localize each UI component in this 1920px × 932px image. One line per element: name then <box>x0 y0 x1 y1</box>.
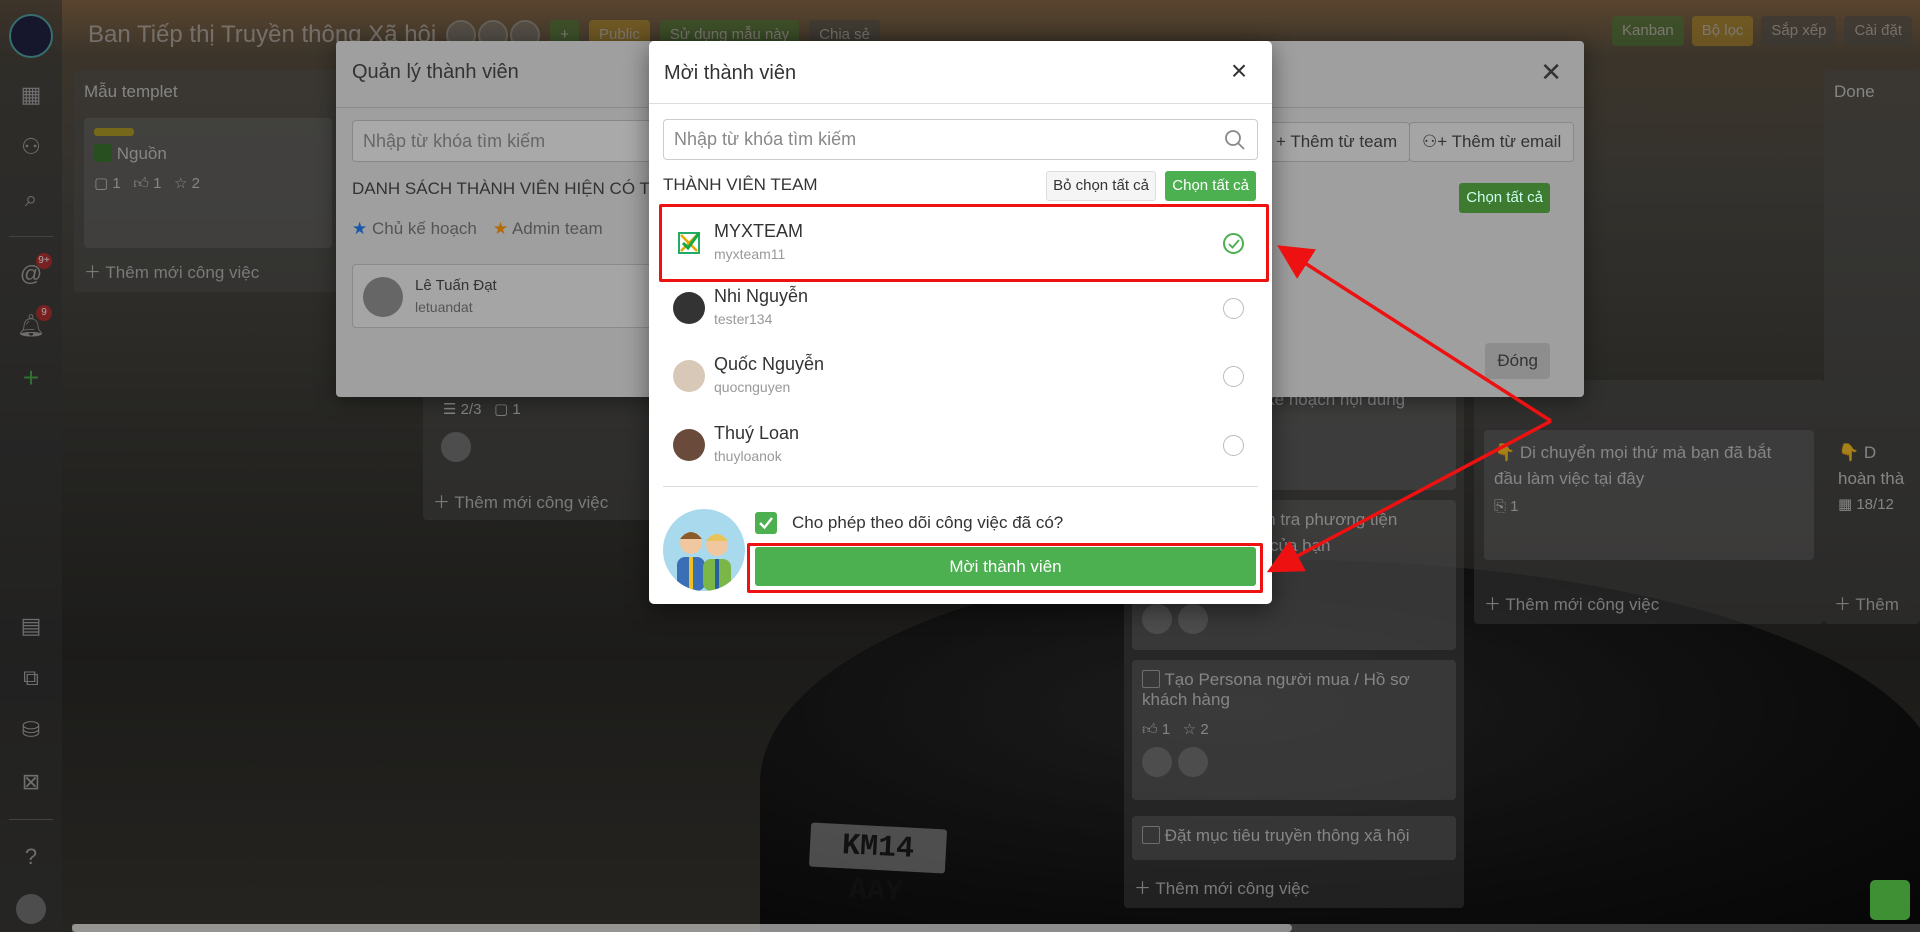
radio-icon[interactable] <box>1223 298 1244 319</box>
member-name: Quốc Nguyễn <box>714 354 825 374</box>
avatar <box>673 227 705 259</box>
avatar <box>673 429 705 461</box>
follow-label: Cho phép theo dõi công việc đã có? <box>792 513 1064 532</box>
member-row[interactable]: MYXTEAM myxteam11 <box>663 209 1258 275</box>
apps-grid-icon[interactable] <box>1870 880 1910 920</box>
radio-icon[interactable] <box>1223 366 1244 387</box>
search-box <box>663 119 1258 160</box>
member-name: MYXTEAM <box>714 221 804 241</box>
avatar <box>363 277 403 317</box>
member-name: Nhi Nguyễn <box>714 286 809 306</box>
deselect-all-button[interactable]: Bỏ chọn tất cả <box>1046 171 1156 201</box>
radio-icon[interactable] <box>1223 435 1244 456</box>
role-legend: ★ Chủ kế hoạch ★ Admin team <box>352 219 603 239</box>
add-from-team-button[interactable]: + Thêm từ team <box>1263 122 1411 162</box>
member-username: tester134 <box>714 311 773 327</box>
avatar <box>673 360 705 392</box>
member-row[interactable]: Thuý Loan thuyloanok <box>663 411 1258 477</box>
horizontal-scrollbar[interactable] <box>72 924 1920 932</box>
member-username: quocnguyen <box>714 379 791 395</box>
invite-button[interactable]: Mời thành viên <box>755 547 1256 586</box>
add-from-team-label: Thêm từ team <box>1290 132 1398 151</box>
invite-member-modal: Mời thành viên × THÀNH VIÊN TEAM Bỏ chọn… <box>649 41 1272 604</box>
member-name: Lê Tuấn Đạt <box>415 277 497 294</box>
member-name: Thuý Loan <box>714 423 800 443</box>
member-row[interactable]: Nhi Nguyễn tester134 <box>663 274 1258 340</box>
member-username: letuandat <box>415 299 473 315</box>
role-admin-label: Admin team <box>511 219 603 238</box>
member-username: myxteam11 <box>714 246 786 262</box>
close-button[interactable]: Đóng <box>1485 343 1550 379</box>
search-icon[interactable] <box>1223 128 1247 152</box>
star-icon: ★ <box>352 219 368 238</box>
role-owner-label: Chủ kế hoạch <box>371 219 477 238</box>
avatar <box>673 292 705 324</box>
star-icon: ★ <box>492 219 509 238</box>
screen: KM14 AAY ▦ ⚇ ⌕ @9+ 🔔︎ 9 + ▤ ⧉ ⛁ ⊠ ? Ban T… <box>0 0 1920 932</box>
modal-title: Quản lý thành viên <box>352 61 519 83</box>
selected-check-icon[interactable] <box>1223 233 1244 254</box>
divider <box>649 103 1272 104</box>
close-icon[interactable]: ✕ <box>1540 57 1562 88</box>
section-label: THÀNH VIÊN TEAM <box>663 175 818 194</box>
close-icon[interactable]: × <box>1224 57 1254 87</box>
member-username: thuyloanok <box>714 448 782 464</box>
team-illustration <box>663 509 745 591</box>
follow-checkbox[interactable] <box>755 512 777 534</box>
divider <box>663 486 1258 487</box>
add-from-email-label: Thêm từ email <box>1451 132 1562 151</box>
select-all-button[interactable]: Chọn tất cả <box>1459 183 1550 213</box>
select-all-button[interactable]: Chọn tất cả <box>1165 171 1256 201</box>
scrollbar-thumb[interactable] <box>72 924 1292 932</box>
search-input[interactable] <box>664 120 1204 159</box>
member-row[interactable]: Quốc Nguyễn quocnguyen <box>663 342 1258 408</box>
modal-title: Mời thành viên <box>664 62 797 84</box>
add-from-email-button[interactable]: ⚇+ Thêm từ email <box>1409 122 1575 162</box>
